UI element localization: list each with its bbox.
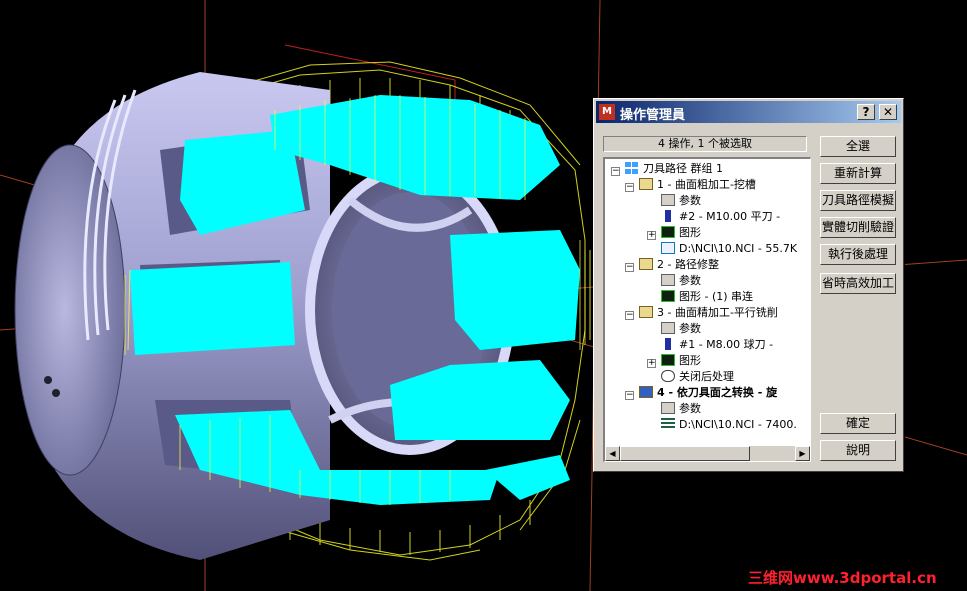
tree-item-op1-geometry[interactable]: 图形 — [661, 225, 701, 241]
folder-icon — [661, 194, 675, 206]
tree-item-group[interactable]: 刀具路径 群组 1 — [625, 161, 723, 177]
tree-item-op2-geometry[interactable]: 图形 - (1) 串连 — [661, 289, 753, 305]
transform-nci-icon — [661, 418, 675, 430]
folder-icon — [661, 322, 675, 334]
tree-item-op4-params[interactable]: 参数 — [661, 401, 701, 417]
folder-open-icon — [639, 258, 653, 270]
tree-item-op2[interactable]: 2 - 路径修整 — [639, 257, 719, 273]
expand-toggle[interactable]: − — [625, 183, 634, 192]
tree-item-op3-params[interactable]: 参数 — [661, 321, 701, 337]
dialog-title: 操作管理員 — [620, 108, 686, 123]
expand-toggle[interactable]: − — [625, 391, 634, 400]
tree-item-op4-nci[interactable]: D:\NCI\10.NCI - 7400. — [661, 417, 797, 433]
folder-icon — [661, 402, 675, 414]
ballmill-icon — [661, 338, 675, 350]
geometry-icon — [661, 226, 675, 238]
expand-toggle[interactable]: − — [611, 167, 620, 176]
scroll-left-icon[interactable]: ◀ — [605, 446, 620, 461]
expand-toggle[interactable]: + — [647, 231, 656, 240]
select-all-button[interactable]: 全選 — [820, 136, 896, 157]
folder-open-icon — [639, 178, 653, 190]
expand-toggle[interactable]: − — [625, 263, 634, 272]
operations-manager-dialog[interactable]: M 操作管理員 ? ✕ 4 操作, 1 个被选取 − 刀具路径 群组 1 − 1… — [593, 98, 904, 472]
expand-toggle[interactable]: − — [625, 311, 634, 320]
nci-file-icon — [661, 242, 675, 254]
endmill-icon — [661, 210, 675, 222]
tree-item-op4[interactable]: 4 - 依刀具面之转换 - 旋 — [639, 385, 777, 401]
backplot-button[interactable]: 刀具路徑模擬 — [820, 190, 896, 211]
app-icon: M — [599, 104, 615, 120]
help-title-button[interactable]: ? — [857, 104, 875, 120]
tree-item-op1-params[interactable]: 参数 — [661, 193, 701, 209]
site-watermark: 三维网www.3dportal.cn — [748, 569, 937, 587]
close-button[interactable]: ✕ — [879, 104, 897, 120]
tree-item-op3-geometry[interactable]: 图形 — [661, 353, 701, 369]
hsm-button[interactable]: 省時高效加工 — [820, 273, 896, 294]
tree-item-op1-tool[interactable]: #2 - M10.00 平刀 - — [661, 209, 780, 225]
verify-button[interactable]: 實體切削驗證 — [820, 217, 896, 238]
scroll-thumb[interactable] — [620, 446, 750, 461]
operations-tree[interactable]: − 刀具路径 群组 1 − 1 - 曲面粗加工-挖槽 参数 #2 - M10.0… — [603, 157, 811, 462]
tree-item-op1-nci[interactable]: D:\NCI\10.NCI - 55.7K — [661, 241, 797, 257]
folder-icon — [661, 274, 675, 286]
tree-item-op1[interactable]: 1 - 曲面粗加工-挖槽 — [639, 177, 756, 193]
geometry-icon — [661, 354, 675, 366]
expand-toggle[interactable]: + — [647, 359, 656, 368]
tree-item-op3-tool[interactable]: #1 - M8.00 球刀 - — [661, 337, 773, 353]
post-button[interactable]: 執行後處理 — [820, 244, 896, 265]
tree-item-op3-post[interactable]: 关闭后处理 — [661, 369, 734, 385]
selection-status: 4 操作, 1 个被选取 — [603, 136, 807, 152]
ok-button[interactable]: 確定 — [820, 413, 896, 434]
post-off-icon — [661, 370, 675, 382]
horizontal-scrollbar[interactable]: ◀ ▶ — [605, 446, 810, 461]
group-icon — [625, 162, 639, 174]
tree-item-op3[interactable]: 3 - 曲面精加工-平行铣削 — [639, 305, 778, 321]
regenerate-button[interactable]: 重新計算 — [820, 163, 896, 184]
geometry-icon — [661, 290, 675, 302]
scroll-right-icon[interactable]: ▶ — [795, 446, 810, 461]
folder-selected-icon — [639, 386, 653, 398]
dialog-titlebar[interactable]: M 操作管理員 ? ✕ — [596, 101, 901, 123]
folder-open-icon — [639, 306, 653, 318]
tree-item-op2-params[interactable]: 参数 — [661, 273, 701, 289]
help-button[interactable]: 說明 — [820, 440, 896, 461]
